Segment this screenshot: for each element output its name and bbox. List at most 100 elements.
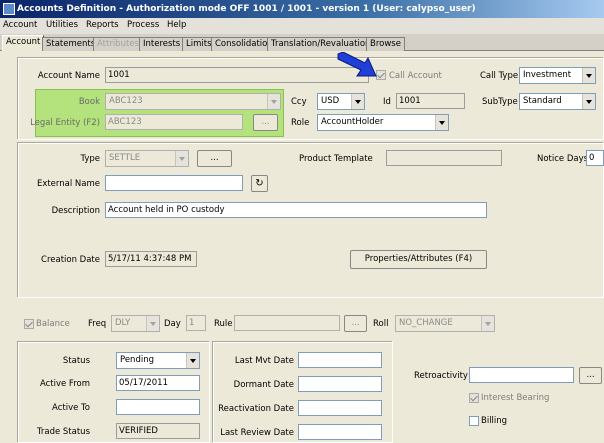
retroactivity-browse-button[interactable]: ... xyxy=(579,367,602,384)
menu-help[interactable]: Help xyxy=(167,20,186,30)
role-label: Role xyxy=(291,118,310,128)
roll-label: Roll xyxy=(373,319,389,329)
trade-status-field[interactable]: VERIFIED xyxy=(116,423,200,439)
reactivation-date-field[interactable] xyxy=(298,400,382,416)
id-label: Id xyxy=(383,97,391,107)
product-template-field[interactable] xyxy=(386,150,502,166)
chevron-down-icon xyxy=(146,316,159,331)
interest-bearing-checkbox[interactable] xyxy=(469,393,479,403)
book-select[interactable]: ABC123 xyxy=(105,93,281,110)
type-value: SETTLE xyxy=(109,153,141,163)
roll-select[interactable]: NO_CHANGE xyxy=(395,315,495,332)
refresh-icon: ↻ xyxy=(255,178,264,189)
legal-entity-field[interactable]: ABC123 xyxy=(105,114,243,130)
app-icon xyxy=(3,3,15,15)
billing-checkbox[interactable] xyxy=(469,416,479,426)
retroactivity-label: Retroactivity xyxy=(414,371,468,381)
title-bar: Accounts Definition - Authorization mode… xyxy=(0,0,604,18)
menu-process[interactable]: Process xyxy=(127,20,159,30)
external-name-label: External Name xyxy=(36,179,100,189)
status-select[interactable]: Pending xyxy=(116,352,200,369)
external-name-field[interactable] xyxy=(105,175,243,191)
window-title: Accounts Definition - Authorization mode… xyxy=(17,4,476,14)
description-field[interactable]: Account held in PO custody xyxy=(105,202,487,218)
freq-label: Freq xyxy=(88,319,107,329)
chevron-down-icon xyxy=(351,94,364,109)
notice-days-field[interactable]: 0 xyxy=(586,150,604,166)
interest-bearing-label: Interest Bearing xyxy=(481,393,550,403)
chevron-down-icon xyxy=(582,68,595,83)
active-from-field[interactable]: 05/17/2011 xyxy=(116,375,200,391)
id-field[interactable]: 1001 xyxy=(396,93,465,109)
ccy-label: Ccy xyxy=(291,97,307,107)
menu-account[interactable]: Account xyxy=(3,20,37,30)
tab-bar: Account Statements Attributes Interests … xyxy=(0,35,604,52)
account-name-field[interactable]: 1001 xyxy=(105,67,369,83)
last-mvt-date-label: Last Mvt Date xyxy=(234,356,294,366)
dormant-date-label: Dormant Date xyxy=(233,380,294,390)
call-type-label: Call Type xyxy=(480,71,519,81)
balance-checkbox[interactable] xyxy=(24,319,34,329)
tab-account[interactable]: Account xyxy=(2,35,45,52)
menu-reports[interactable]: Reports xyxy=(86,20,119,30)
role-select[interactable]: AccountHolder xyxy=(317,114,449,131)
call-type-select[interactable]: Investment xyxy=(519,67,596,84)
tab-interests[interactable]: Interests xyxy=(139,37,185,51)
subtype-value: Standard xyxy=(523,96,562,106)
subtype-label: SubType xyxy=(482,97,518,107)
call-account-checkbox[interactable] xyxy=(376,70,386,80)
menu-bar: Account Utilities Reports Process Help xyxy=(0,18,604,34)
book-value: ABC123 xyxy=(109,96,143,106)
active-from-label: Active From xyxy=(39,379,90,389)
properties-attributes-button[interactable]: Properties/Attributes (F4) xyxy=(350,250,487,269)
chevron-down-icon xyxy=(435,115,448,130)
chevron-down-icon xyxy=(186,353,199,368)
chevron-down-icon xyxy=(582,94,595,109)
active-to-field[interactable] xyxy=(116,399,200,415)
legal-entity-browse-button[interactable]: ... xyxy=(253,114,278,131)
ccy-value: USD xyxy=(321,96,340,106)
chevron-down-icon xyxy=(175,151,188,166)
role-value: AccountHolder xyxy=(321,117,384,127)
call-account-label: Call Account xyxy=(389,71,442,81)
status-label: Status xyxy=(62,356,90,366)
reactivation-date-label: Reactivation Date xyxy=(218,404,294,414)
freq-value: DLY xyxy=(115,318,131,328)
menu-utilities[interactable]: Utilities xyxy=(46,20,78,30)
tab-statements[interactable]: Statements xyxy=(42,37,100,51)
dormant-date-field[interactable] xyxy=(298,376,382,392)
last-review-date-label: Last Review Date xyxy=(220,428,294,438)
tab-attributes[interactable]: Attributes xyxy=(93,37,143,51)
billing-label: Billing xyxy=(481,416,508,426)
annotation-arrow-icon xyxy=(337,52,377,77)
chevron-down-icon xyxy=(267,94,280,109)
roll-value: NO_CHANGE xyxy=(399,318,453,328)
notice-days-label: Notice Days xyxy=(537,154,589,164)
book-label: Book xyxy=(78,97,100,107)
retroactivity-field[interactable] xyxy=(469,367,574,383)
tab-browse[interactable]: Browse xyxy=(366,37,405,51)
last-review-date-field[interactable] xyxy=(298,424,382,440)
rule-field[interactable] xyxy=(234,315,340,331)
status-value: Pending xyxy=(120,355,154,365)
subtype-select[interactable]: Standard xyxy=(519,93,596,110)
rule-browse-button[interactable]: ... xyxy=(344,315,367,332)
account-name-label: Account Name xyxy=(37,71,100,81)
last-mvt-date-field[interactable] xyxy=(298,352,382,368)
ccy-select[interactable]: USD xyxy=(317,93,365,110)
day-field[interactable]: 1 xyxy=(186,315,206,331)
balance-label: Balance xyxy=(36,319,70,329)
tab-translation-revaluation[interactable]: Translation/Revaluation xyxy=(267,37,375,51)
freq-select[interactable]: DLY xyxy=(111,315,160,332)
rule-label: Rule xyxy=(214,319,233,329)
type-browse-button[interactable]: ... xyxy=(197,150,232,167)
trade-status-label: Trade Status xyxy=(36,427,90,437)
creation-date-field[interactable]: 5/17/11 4:37:48 PM xyxy=(105,251,197,267)
day-label: Day xyxy=(164,319,181,329)
chevron-down-icon xyxy=(481,316,494,331)
refresh-button[interactable]: ↻ xyxy=(251,175,268,192)
call-type-value: Investment xyxy=(523,70,572,80)
product-template-label: Product Template xyxy=(299,154,373,164)
type-select[interactable]: SETTLE xyxy=(105,150,189,167)
legal-entity-label: Legal Entity (F2) xyxy=(30,118,100,128)
